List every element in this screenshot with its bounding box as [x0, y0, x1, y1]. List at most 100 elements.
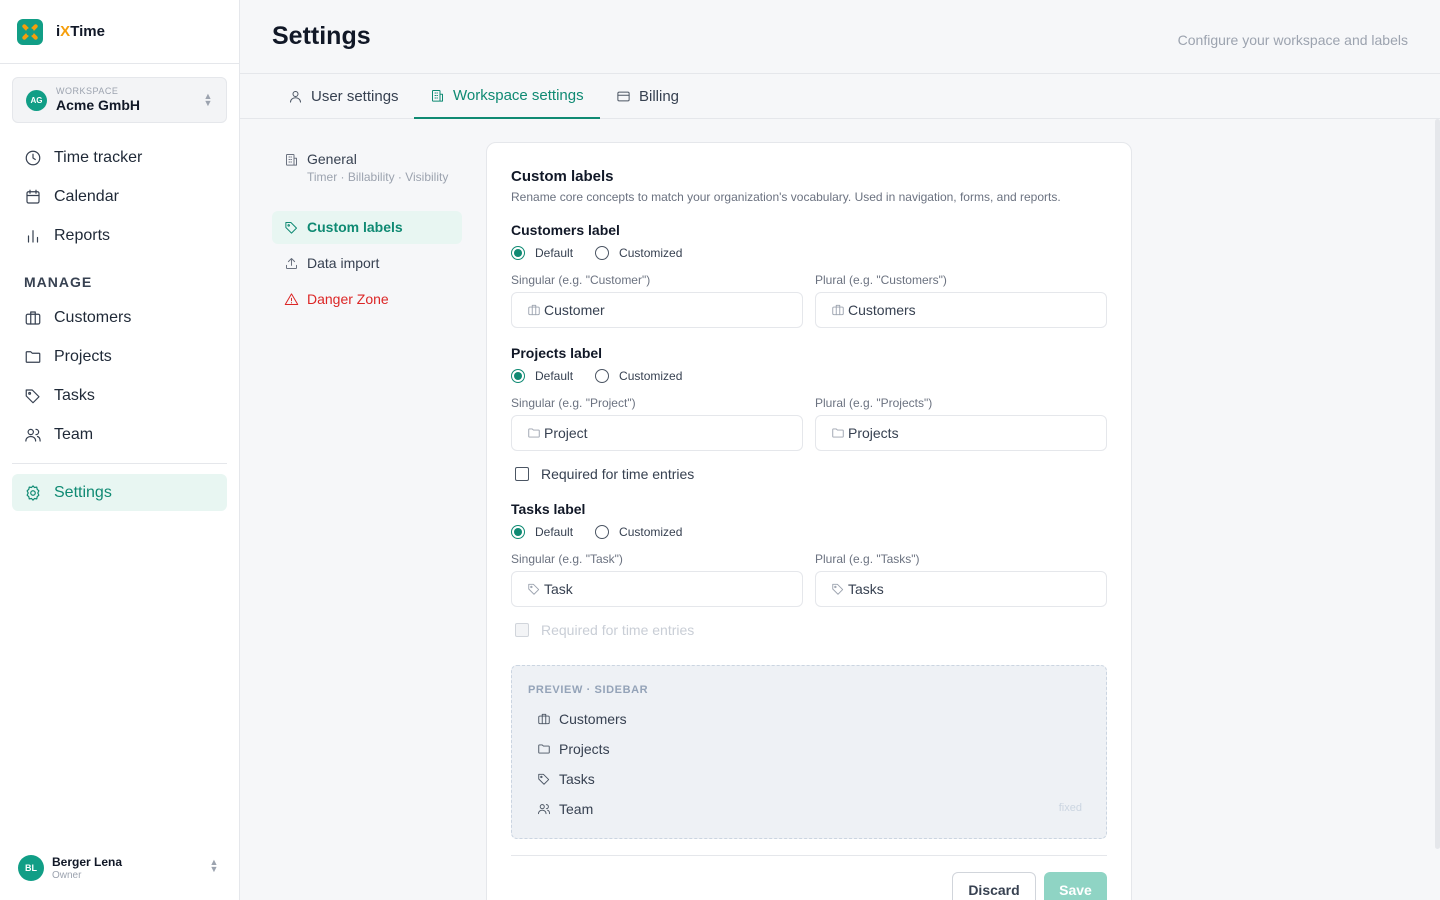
preview-fixed-note: fixed — [1058, 802, 1082, 814]
tasks-label-options: Default Customized — [511, 524, 682, 540]
credit-card-icon — [617, 91, 630, 101]
sidebar-item-projects[interactable]: Projects — [12, 338, 227, 375]
briefcase-icon — [528, 304, 540, 316]
preview-item-team: Team — [537, 801, 593, 817]
bar-chart-icon — [27, 229, 39, 243]
customers-plural-field[interactable]: Customers — [815, 292, 1107, 328]
sidebar-item-time-tracker[interactable]: Time tracker — [12, 139, 227, 176]
users-icon — [25, 428, 41, 442]
sidebar-item-calendar[interactable]: Calendar — [12, 178, 227, 215]
tasks-required-row: Required for time entries — [515, 622, 694, 638]
sidebar-item-label: Projects — [54, 347, 112, 365]
subnav-label: Data import — [307, 255, 380, 271]
discard-button[interactable]: Discard — [952, 872, 1036, 900]
tag-icon — [528, 583, 540, 595]
projects-required-checkbox[interactable] — [515, 467, 529, 481]
tab-billing[interactable]: Billing — [616, 74, 679, 118]
subnav-label: Danger Zone — [307, 291, 389, 307]
tasks-label-heading: Tasks label — [511, 501, 586, 517]
brand-logo-icon — [17, 18, 43, 45]
sidebar-item-team[interactable]: Team — [12, 416, 227, 453]
folder-icon — [832, 428, 844, 438]
preview-item-customers: Customers — [537, 711, 627, 727]
user-icon — [290, 90, 301, 103]
sidebar-item-label: Team — [54, 425, 94, 443]
briefcase-icon — [25, 310, 41, 325]
projects-plural-label: Plural (e.g. "Projects") — [815, 396, 933, 410]
user-name: Berger Lena — [52, 854, 123, 869]
tab-workspace-settings[interactable]: Workspace settings — [414, 74, 600, 119]
scrollbar[interactable] — [1435, 119, 1440, 849]
folder-icon — [528, 428, 540, 438]
sidebar-item-tasks[interactable]: Tasks — [12, 377, 227, 414]
sidebar: iXTime AG WORKSPACE Acme GmbH ▲ ▼ Time tr… — [0, 0, 240, 900]
tasks-plural-field[interactable]: Tasks — [815, 571, 1107, 607]
preview-item-tasks: Tasks — [537, 771, 595, 787]
customers-default-radio[interactable] — [511, 246, 525, 260]
projects-required-row: Required for time entries — [515, 466, 694, 482]
sidebar-item-settings[interactable]: Settings — [12, 474, 227, 511]
sidebar-item-label: Reports — [54, 226, 111, 244]
chevron-up-down-icon: ▲ ▼ — [203, 91, 213, 108]
sidebar-divider — [12, 463, 227, 464]
tasks-singular-field[interactable]: Task — [511, 571, 803, 607]
tasks-required-checkbox[interactable] — [515, 623, 529, 637]
customers-singular-field[interactable]: Customer — [511, 292, 803, 328]
tag-icon — [538, 773, 550, 785]
subnav-data-import[interactable]: Data import — [272, 247, 462, 280]
chevron-up-down-icon: ▲ ▼ — [209, 857, 219, 874]
brand-name: iXTime — [56, 23, 105, 40]
card-title: Custom labels — [511, 168, 614, 185]
building-icon — [432, 90, 443, 102]
page-header: Settings Configure your workspace and la… — [240, 0, 1440, 74]
sidebar-item-label: Customers — [54, 308, 132, 326]
manage-heading: MANAGE — [24, 274, 93, 290]
tasks-singular-label: Singular (e.g. "Task") — [511, 552, 623, 566]
card-description: Rename core concepts to match your organ… — [511, 190, 1061, 204]
projects-default-radio[interactable] — [511, 369, 525, 383]
page-title: Settings — [272, 22, 371, 50]
sidebar-item-reports[interactable]: Reports — [12, 217, 227, 254]
tasks-customized-radio[interactable] — [595, 525, 610, 539]
calendar-icon — [26, 189, 40, 204]
preview-heading: PREVIEW · SIDEBAR — [528, 684, 649, 696]
projects-label-heading: Projects label — [511, 345, 603, 361]
workspace-switcher[interactable]: AG WORKSPACE Acme GmbH ▲ ▼ — [12, 77, 227, 123]
customers-customized-radio[interactable] — [595, 246, 610, 260]
sidebar-item-label: Calendar — [54, 187, 119, 205]
save-button[interactable]: Save — [1044, 872, 1107, 900]
user-role: Owner — [52, 869, 82, 881]
brand[interactable]: iXTime — [0, 0, 239, 64]
tasks-default-radio[interactable] — [511, 525, 525, 539]
settings-tabs: User settings Workspace settings Billing — [240, 74, 1440, 119]
folder-icon — [538, 744, 550, 754]
workspace-avatar: AG — [26, 89, 47, 111]
projects-customized-radio[interactable] — [595, 369, 610, 383]
user-menu[interactable]: BL Berger Lena Owner ▲ ▼ — [18, 853, 228, 883]
customers-label-heading: Customers label — [511, 222, 620, 238]
subnav-danger-zone[interactable]: Danger Zone — [272, 283, 462, 316]
tab-user-settings[interactable]: User settings — [288, 74, 399, 118]
projects-label-options: Default Customized — [511, 368, 682, 384]
briefcase-icon — [832, 304, 844, 316]
subnav-general[interactable]: General Timer · Billability · Visibility — [272, 143, 462, 193]
subnav-custom-labels[interactable]: Custom labels — [272, 211, 462, 244]
sidebar-item-label: Time tracker — [54, 148, 143, 166]
projects-singular-field[interactable]: Project — [511, 415, 803, 451]
customers-label-options: Default Customized — [511, 245, 682, 261]
subnav-description: Timer · Billability · Visibility — [307, 170, 449, 184]
briefcase-icon — [538, 713, 550, 725]
subnav-label: General — [307, 151, 357, 167]
projects-plural-field[interactable]: Projects — [815, 415, 1107, 451]
warning-icon — [284, 293, 299, 305]
customers-plural-label: Plural (e.g. "Customers") — [815, 273, 947, 287]
customers-singular-label: Singular (e.g. "Customer") — [511, 273, 651, 287]
preview-item-projects: Projects — [537, 741, 610, 757]
upload-icon — [286, 258, 297, 269]
sidebar-item-label: Settings — [54, 483, 112, 501]
folder-icon — [25, 350, 41, 363]
workspace-caption: WORKSPACE — [56, 86, 119, 96]
workspace-name: Acme GmbH — [56, 97, 141, 113]
projects-singular-label: Singular (e.g. "Project") — [511, 396, 636, 410]
sidebar-item-customers[interactable]: Customers — [12, 299, 227, 336]
